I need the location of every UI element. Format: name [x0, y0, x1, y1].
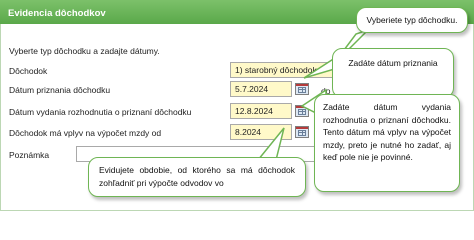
affects-from-label: Dôchodok má vplyv na výpočet mzdy od — [9, 128, 162, 138]
callout-decision-date: Zadáte dátum vydania rozhodnutia o prizn… — [314, 94, 460, 192]
pension-type-label: Dôchodok — [9, 66, 48, 76]
decision-date-label: Dátum vydania rozhodnutia o priznaní dôc… — [9, 107, 192, 117]
callout-recognition-date: Zadáte dátum priznania — [332, 48, 454, 98]
note-label: Poznámka — [9, 150, 50, 160]
callout-period: Evidujete obdobie, od ktorého sa má dôch… — [88, 157, 306, 197]
recognition-date-label: Dátum priznania dôchodku — [9, 85, 111, 95]
instruction-text: Vyberte typ dôchodku a zadajte dátumy. — [9, 46, 160, 56]
callout-pension-type: Vyberiete typ dôchodku. — [356, 7, 468, 33]
decision-date-field[interactable]: 12.8.2024 — [230, 103, 292, 119]
recognition-date-field[interactable]: 5.7.2024 — [230, 81, 292, 97]
calendar-icon[interactable] — [295, 126, 309, 138]
